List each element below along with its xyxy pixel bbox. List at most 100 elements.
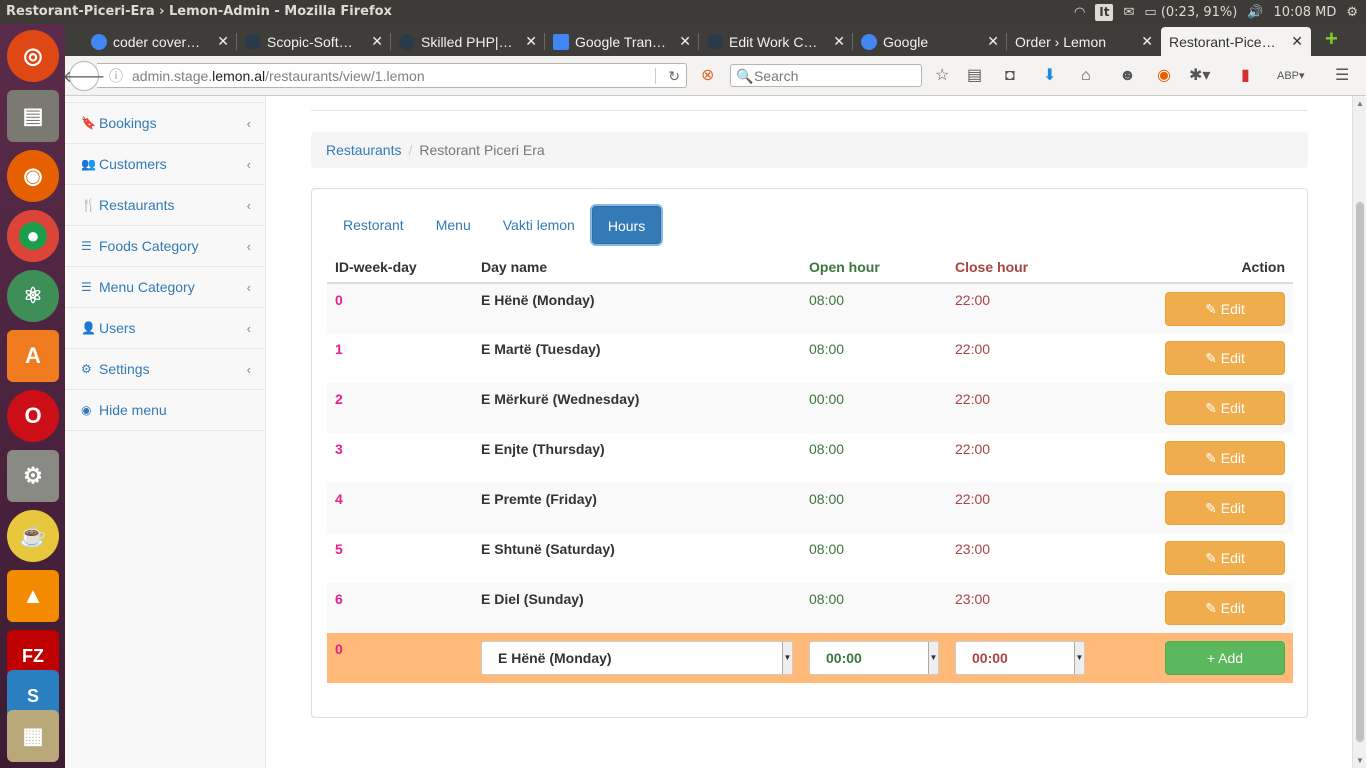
software-center-icon[interactable]: A	[7, 330, 59, 382]
bookmark-star-icon[interactable]: ☆	[935, 66, 949, 86]
browser-tab[interactable]: Order › Lemon ✕	[1007, 27, 1161, 56]
breadcrumb-link-restaurants[interactable]: Restaurants	[326, 142, 401, 158]
keyboard-layout-indicator[interactable]: It	[1095, 3, 1114, 21]
info-icon[interactable]: ⓘ	[109, 64, 123, 88]
ubuntu-dash-icon[interactable]: ◎	[7, 30, 59, 82]
browser-tab-strip: coder cover… ✕ Scopic-Soft… ✕ Skilled PHP|…	[65, 24, 1366, 56]
close-hour-select[interactable]: 00:00 ▼	[955, 641, 1085, 675]
table-row: 5 E Shtunë (Saturday) 08:00 23:00 ✎ Edit	[327, 533, 1293, 583]
close-tab-icon[interactable]: ✕	[217, 33, 229, 50]
users-icon: 👥	[81, 157, 96, 171]
chevron-left-icon: ‹	[246, 198, 251, 213]
google-favicon-icon	[861, 33, 877, 50]
tab-vakti-lemon[interactable]: Vakti lemon	[488, 205, 590, 245]
vlc-app-icon[interactable]: ▲	[7, 570, 59, 622]
home-icon[interactable]: ⌂	[1081, 66, 1091, 86]
open-hour-select[interactable]: 00:00 ▼	[809, 641, 939, 675]
browser-tab-active[interactable]: Restorant-Pice… ✕	[1161, 27, 1311, 56]
battery-status[interactable]: ▭ (0:23, 91%)	[1144, 5, 1237, 20]
basketball-addon-icon[interactable]: ⊗	[701, 66, 714, 86]
sidebar-item-customers[interactable]: 👥 Customers ‹	[65, 144, 265, 185]
chevron-down-icon: ▼	[782, 642, 792, 674]
sidebar-item-foods-category[interactable]: ☰ Foods Category ‹	[65, 226, 265, 267]
downloads-icon[interactable]: ⬇	[1043, 66, 1056, 86]
reading-list-icon[interactable]: ▤	[967, 66, 982, 86]
os-top-panel: Restorant-Piceri-Era › Lemon-Admin - Moz…	[0, 0, 1366, 24]
new-tab-icon[interactable]: +	[1325, 26, 1338, 52]
browser-tab[interactable]: Google ✕	[853, 27, 1007, 56]
edit-button[interactable]: ✎ Edit	[1165, 541, 1285, 575]
volume-icon[interactable]: 🔊	[1247, 5, 1263, 20]
sidebar-item-settings[interactable]: ⚙ Settings ‹	[65, 349, 265, 390]
divider	[311, 110, 1308, 111]
chevron-down-icon: ▼	[928, 642, 938, 674]
close-tab-icon[interactable]: ✕	[679, 33, 691, 50]
scrollbar-thumb[interactable]	[1356, 202, 1364, 742]
cutlery-icon: 🍴	[81, 198, 96, 212]
battery-addon-icon[interactable]: ▮	[1241, 66, 1250, 86]
reload-icon[interactable]: ↻	[668, 64, 680, 88]
sidebar-item-hide-menu[interactable]: ◉ Hide menu	[65, 390, 265, 431]
wifi-icon[interactable]: ◠	[1074, 5, 1085, 20]
edit-button[interactable]: ✎ Edit	[1165, 341, 1285, 375]
close-tab-icon[interactable]: ✕	[987, 33, 999, 50]
browser-tab[interactable]: Skilled PHP|… ✕	[391, 27, 545, 56]
main-content: Restaurants / Restorant Piceri Era Resto…	[266, 96, 1352, 768]
add-button[interactable]: + Add	[1165, 641, 1285, 675]
search-input[interactable]: 🔍 Search	[730, 64, 922, 87]
firefox-app-icon[interactable]: ◉	[7, 150, 59, 202]
browser-tab[interactable]: coder cover… ✕	[83, 27, 237, 56]
hamburger-menu-icon[interactable]: ☰	[1335, 66, 1349, 86]
system-gear-icon[interactable]: ⚙	[1346, 5, 1358, 20]
adblock-icon[interactable]: ABP▾	[1277, 66, 1305, 86]
edit-button[interactable]: ✎ Edit	[1165, 292, 1285, 326]
sidebar-item-menu-category[interactable]: ☰ Menu Category ‹	[65, 267, 265, 308]
sidebar-item-restaurants[interactable]: 🍴 Restaurants ‹	[65, 185, 265, 226]
tab-restorant[interactable]: Restorant	[328, 205, 419, 245]
table-row: 1 E Martë (Tuesday) 08:00 22:00 ✎ Edit	[327, 333, 1293, 383]
scroll-up-icon[interactable]: ▲	[1356, 99, 1364, 108]
edit-button[interactable]: ✎ Edit	[1165, 591, 1285, 625]
add-hours-row: 0 E Hënë (Monday) ▼ 00:00 ▼ 00:00 ▼ + Add	[327, 633, 1293, 683]
edit-button[interactable]: ✎ Edit	[1165, 441, 1285, 475]
page-scrollbar[interactable]: ▲ ▼	[1352, 96, 1366, 768]
scanner-app-icon[interactable]: ▦	[7, 710, 59, 762]
edit-button[interactable]: ✎ Edit	[1165, 491, 1285, 525]
day-select[interactable]: E Hënë (Monday) ▼	[481, 641, 793, 675]
bookmark-icon: 🔖	[81, 116, 96, 130]
firefox-addon-icon[interactable]: ◉	[1157, 66, 1171, 86]
hours-panel: Restorant Menu Vakti lemon Hours ID-week…	[311, 188, 1308, 718]
close-tab-icon[interactable]: ✕	[525, 33, 537, 50]
opera-app-icon[interactable]: O	[7, 390, 59, 442]
sidebar-item-users[interactable]: 👤 Users ‹	[65, 308, 265, 349]
back-button[interactable]: 🡐	[63, 61, 105, 91]
teapot-app-icon[interactable]: ☕	[7, 510, 59, 562]
system-settings-icon[interactable]: ⚙	[7, 450, 59, 502]
sidebar-item-bookings[interactable]: 🔖 Bookings ‹	[65, 103, 265, 144]
firebug-icon[interactable]: ✱▾	[1189, 66, 1210, 86]
chevron-left-icon: ‹	[246, 157, 251, 172]
atom-app-icon[interactable]: ⚛	[7, 270, 59, 322]
chat-icon[interactable]: ☻	[1119, 66, 1136, 86]
browser-tab[interactable]: Google Tran… ✕	[545, 27, 699, 56]
scroll-down-icon[interactable]: ▼	[1356, 756, 1364, 765]
tab-menu[interactable]: Menu	[421, 205, 486, 245]
google-translate-favicon-icon	[553, 33, 569, 50]
tab-hours[interactable]: Hours	[591, 206, 662, 244]
chevron-left-icon: ‹	[246, 116, 251, 131]
clock[interactable]: 10:08 MD	[1274, 5, 1337, 20]
close-tab-icon[interactable]: ✕	[833, 33, 845, 50]
pocket-icon[interactable]: ◘	[1005, 66, 1015, 86]
close-tab-icon[interactable]: ✕	[1141, 33, 1153, 50]
close-tab-icon[interactable]: ✕	[371, 33, 383, 50]
close-tab-icon[interactable]: ✕	[1291, 33, 1303, 50]
edit-button[interactable]: ✎ Edit	[1165, 391, 1285, 425]
column-header-id: ID-week-day	[327, 251, 473, 284]
table-row: 2 E Mërkurë (Wednesday) 00:00 22:00 ✎ Ed…	[327, 383, 1293, 433]
files-app-icon[interactable]: ▤	[7, 90, 59, 142]
browser-tab[interactable]: Scopic-Soft… ✕	[237, 27, 391, 56]
chrome-app-icon[interactable]: ●	[7, 210, 59, 262]
url-bar[interactable]: ⓘ admin.stage.lemon.al/restaurants/view/…	[97, 63, 687, 88]
browser-tab[interactable]: Edit Work C… ✕	[699, 27, 853, 56]
mail-icon[interactable]: ✉	[1123, 5, 1134, 20]
